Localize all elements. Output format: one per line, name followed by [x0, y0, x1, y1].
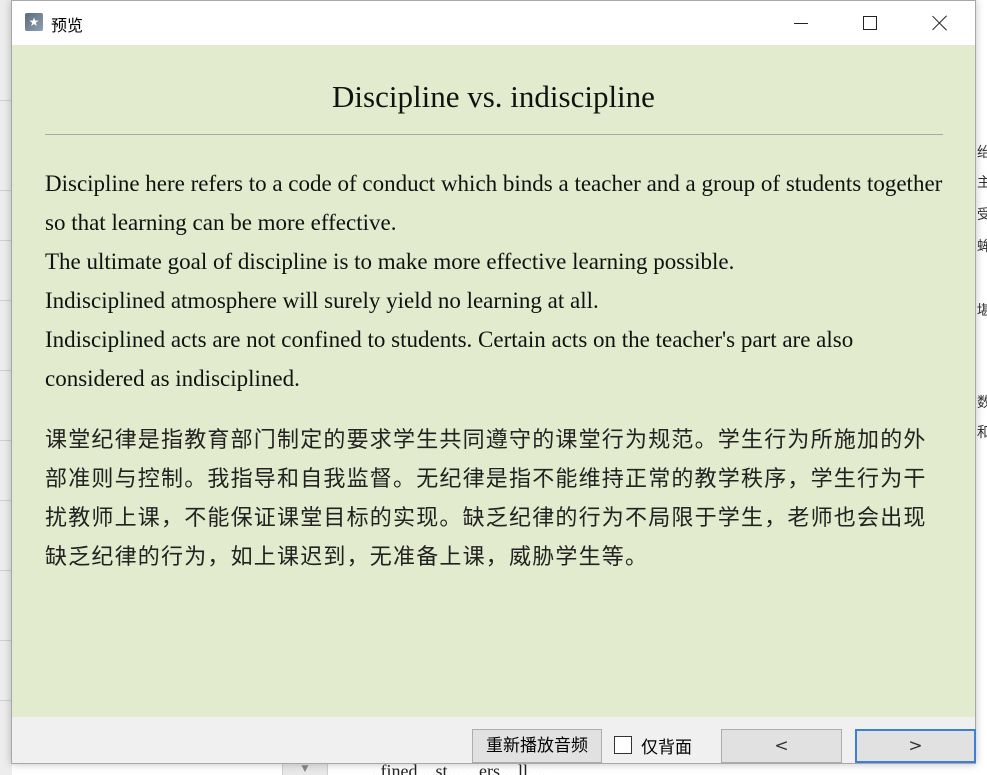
- minimize-icon: [794, 22, 808, 24]
- maximize-button[interactable]: [847, 1, 893, 45]
- maximize-icon: [863, 16, 877, 30]
- background-text: ...fined ...st... ...ers ...ll ...: [367, 764, 546, 775]
- background-bottom: ▼ ...fined ...st... ...ers ...ll ...: [12, 764, 987, 775]
- card-preview: Discipline vs. indiscipline Discipline h…: [12, 45, 975, 717]
- background-glyph: 受: [977, 207, 987, 223]
- card-title: Discipline vs. indiscipline: [332, 79, 655, 114]
- background-glyph: 堪: [977, 303, 987, 319]
- chevron-left-icon: <: [774, 736, 789, 756]
- previous-button[interactable]: <: [721, 729, 842, 763]
- close-icon: [932, 15, 948, 31]
- chinese-text: 课堂纪律是指教育部门制定的要求学生共同遵守的课堂行为规范。学生行为所施加的外部准…: [45, 428, 927, 570]
- scroll-down-icon[interactable]: ▼: [282, 764, 328, 775]
- chevron-right-icon: >: [908, 736, 923, 756]
- minimize-button[interactable]: [778, 1, 824, 45]
- english-paragraph: Indisciplined acts are not confined to s…: [45, 327, 854, 391]
- english-paragraph: Indisciplined atmosphere will surely yie…: [45, 288, 599, 313]
- english-paragraph: Discipline here refers to a code of cond…: [45, 171, 943, 235]
- bottom-toolbar: 重新播放音频 仅背面 < >: [12, 717, 976, 763]
- background-glyph: 蛑: [977, 239, 987, 255]
- title-divider: [45, 134, 943, 135]
- back-only-label[interactable]: 仅背面: [641, 733, 692, 758]
- english-paragraph: The ultimate goal of discipline is to ma…: [45, 249, 735, 274]
- background-glyph: 主: [977, 175, 987, 191]
- background-right-text: 绐 主 受 蛑 堪 数 和: [976, 0, 987, 775]
- window-title: 预览: [51, 16, 84, 35]
- background-glyph: 数: [977, 395, 987, 411]
- next-button[interactable]: >: [855, 729, 976, 763]
- preview-window: ★ 预览 Discipline vs. indiscipline Discipl…: [11, 0, 976, 764]
- close-button[interactable]: [917, 1, 963, 45]
- english-text: Discipline here refers to a code of cond…: [45, 164, 943, 398]
- background-glyph: 绐: [977, 145, 987, 161]
- app-star-icon: ★: [25, 13, 43, 31]
- back-only-checkbox[interactable]: [614, 736, 632, 754]
- replay-audio-button[interactable]: 重新播放音频: [472, 729, 602, 763]
- background-glyph: 和: [977, 425, 987, 441]
- title-bar[interactable]: ★ 预览: [12, 1, 975, 45]
